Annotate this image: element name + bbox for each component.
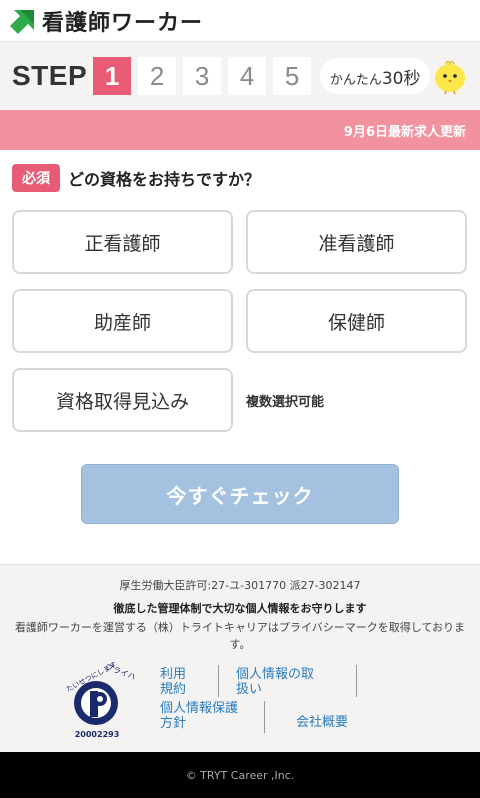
bubble-prefix: かんたん — [329, 72, 382, 88]
step-4: 4 — [228, 57, 267, 95]
question-row: 必須 どの資格をお持ちですか？ — [12, 164, 260, 192]
step-indicator: STEP 1 2 3 4 5 かんたん 30秒 — [0, 42, 480, 110]
personal-info-handling-link[interactable]: 個人情報の取 扱い — [236, 667, 314, 697]
update-banner: 9月6日最新求人更新 — [0, 110, 480, 150]
privacy-policy-line-2: 方針 — [160, 716, 187, 731]
terms-link-line-2: 規約 — [160, 682, 187, 697]
copyright-bar: © TRYT Career ,Inc. — [0, 752, 480, 798]
site-header: 看護師ワーカー — [0, 0, 480, 42]
svg-text:20002293: 20002293 — [75, 730, 120, 739]
question-text: どの資格をお持ちですか？ — [68, 170, 261, 189]
step-label: STEP — [12, 60, 88, 91]
green-arrow-logo-icon[interactable] — [10, 8, 36, 34]
footer: 厚生労働大臣許可:27-ユ-301770 派27-302147 徹底した管理体制… — [0, 564, 480, 752]
time-bubble: かんたん 30秒 — [320, 58, 431, 94]
link-divider — [356, 665, 357, 697]
chick-icon — [435, 60, 465, 94]
license-text: 厚生労働大臣許可:27-ユ-301770 派27-302147 — [119, 579, 361, 592]
privacy-mark-icon[interactable]: たいせつにします プライバシー 20002293 — [60, 661, 134, 741]
link-divider — [264, 701, 265, 733]
step-2: 2 — [138, 57, 177, 95]
bubble-time: 30秒 — [381, 68, 421, 89]
option-expected-qualification[interactable]: 資格取得見込み — [12, 368, 233, 432]
personal-info-line-2: 扱い — [236, 682, 263, 697]
terms-link[interactable]: 利用 規約 — [160, 667, 186, 697]
privacy-description: 看護師ワーカーを運営する（株）トライトキャリアはプライバシーマークを取得しており… — [14, 621, 466, 651]
privacy-policy-link[interactable]: 個人情報保護 方針 — [160, 701, 238, 731]
multi-select-note: 複数選択可能 — [246, 395, 325, 410]
option-public-health-nurse[interactable]: 保健師 — [246, 289, 467, 353]
logo-text[interactable]: 看護師ワーカー — [42, 5, 203, 37]
link-divider — [218, 665, 219, 697]
required-badge: 必須 — [12, 164, 60, 192]
question-panel: 必須 どの資格をお持ちですか？ 正看護師 准看護師 助産師 保健師 資格取得見込… — [0, 150, 480, 564]
banner-text: 9月6日最新求人更新 — [343, 124, 466, 140]
option-licensed-practical-nurse[interactable]: 准看護師 — [246, 210, 467, 274]
option-midwife[interactable]: 助産師 — [12, 289, 233, 353]
step-1: 1 — [93, 57, 132, 95]
privacy-title: 徹底した管理体制で大切な個人情報をお守りします — [113, 602, 367, 615]
check-now-button[interactable]: 今すぐチェック — [81, 464, 399, 524]
svg-text:プライバシー: プライバシー — [104, 662, 134, 687]
privacy-policy-line-1: 個人情報保護 — [160, 701, 239, 716]
step-3: 3 — [183, 57, 222, 95]
terms-link-line-1: 利用 — [160, 667, 187, 682]
option-registered-nurse[interactable]: 正看護師 — [12, 210, 233, 274]
step-5: 5 — [273, 57, 312, 95]
personal-info-line-1: 個人情報の取 — [236, 667, 315, 682]
company-overview-link[interactable]: 会社概要 — [296, 715, 348, 730]
footer-links: 利用 規約 個人情報の取 扱い 個人情報保護 方針 会社概要 — [156, 665, 366, 735]
copyright-text: © TRYT Career ,Inc. — [185, 768, 295, 782]
